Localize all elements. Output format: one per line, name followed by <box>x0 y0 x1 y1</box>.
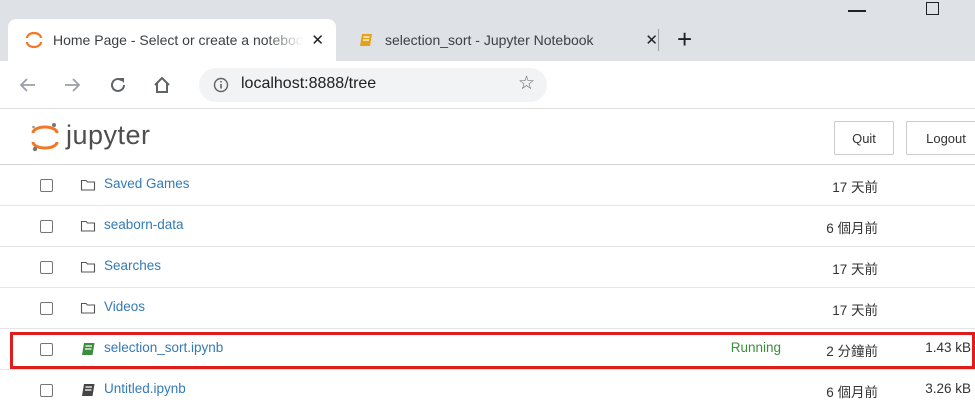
jupyter-logo-text: jupyter <box>66 119 151 150</box>
file-link[interactable]: Untitled.ipynb <box>104 381 186 396</box>
file-link[interactable]: seaborn-data <box>104 217 184 232</box>
tab-close-icon[interactable]: ✕ <box>311 31 324 49</box>
folder-icon <box>80 259 96 275</box>
folder-icon <box>80 218 96 234</box>
folder-icon <box>80 300 96 316</box>
jupyter-favicon-icon <box>23 29 45 51</box>
jupyter-header: jupyter Quit Logout <box>0 109 975 165</box>
list-item[interactable]: selection_sort.ipynb Running 2 分鐘前 1.43 … <box>0 329 975 370</box>
tab-close-icon[interactable]: ✕ <box>645 31 658 49</box>
modified-time: 17 天前 <box>832 303 878 318</box>
forward-arrow-icon[interactable] <box>58 71 86 99</box>
quit-button[interactable]: Quit <box>834 121 894 155</box>
select-checkbox[interactable] <box>40 384 53 397</box>
home-icon[interactable] <box>148 71 176 99</box>
file-link[interactable]: selection_sort.ipynb <box>104 340 223 355</box>
modified-time: 17 天前 <box>832 180 878 195</box>
browser-toolbar: localhost:8888/tree ☆ <box>0 61 975 109</box>
list-item[interactable]: Saved Games 17 天前 <box>0 165 975 206</box>
bookmark-star-icon[interactable]: ☆ <box>518 74 535 94</box>
notebook-favicon-icon <box>355 29 377 51</box>
list-item[interactable]: Videos 17 天前 <box>0 288 975 329</box>
tab-home-page[interactable]: Home Page - Select or create a notebook … <box>8 19 336 61</box>
list-item[interactable]: seaborn-data 6 個月前 <box>0 206 975 247</box>
file-size: 1.43 kB <box>925 340 971 355</box>
running-status: Running <box>730 340 781 355</box>
select-checkbox[interactable] <box>40 220 53 233</box>
list-item[interactable]: Searches 17 天前 <box>0 247 975 288</box>
file-link[interactable]: Videos <box>104 299 145 314</box>
back-arrow-icon[interactable] <box>14 71 42 99</box>
info-icon[interactable] <box>213 77 229 98</box>
reload-icon[interactable] <box>104 71 132 99</box>
browser-tab-strip: Home Page - Select or create a notebook … <box>0 0 975 61</box>
address-bar[interactable]: localhost:8888/tree ☆ <box>199 68 547 102</box>
file-link[interactable]: Saved Games <box>104 176 190 191</box>
file-size: 3.26 kB <box>925 381 971 396</box>
file-link[interactable]: Searches <box>104 258 161 273</box>
folder-icon <box>80 177 96 193</box>
modified-time: 17 天前 <box>832 262 878 277</box>
url-text[interactable]: localhost:8888/tree <box>241 75 376 93</box>
file-list: Saved Games 17 天前 seaborn-data 6 個月前 Sea… <box>0 165 975 410</box>
select-checkbox[interactable] <box>40 179 53 192</box>
select-checkbox[interactable] <box>40 343 53 356</box>
minimize-window-icon[interactable] <box>848 10 866 12</box>
tab-title: selection_sort - Jupyter Notebook <box>385 32 594 48</box>
notebook-icon <box>80 382 96 398</box>
running-notebook-icon <box>80 341 96 357</box>
tab-selection-sort[interactable]: selection_sort - Jupyter Notebook ✕ <box>340 19 670 61</box>
tab-separator <box>658 29 659 51</box>
logout-button[interactable]: Logout <box>906 121 975 155</box>
jupyter-logo-icon <box>31 123 59 152</box>
maximize-window-icon[interactable] <box>926 2 939 15</box>
new-tab-button[interactable]: + <box>677 24 692 54</box>
select-checkbox[interactable] <box>40 261 53 274</box>
select-checkbox[interactable] <box>40 302 53 315</box>
tab-title: Home Page - Select or create a notebook <box>53 32 303 48</box>
jupyter-logo[interactable]: jupyter <box>30 119 151 153</box>
modified-time: 6 個月前 <box>826 385 878 400</box>
list-item[interactable]: Untitled.ipynb 6 個月前 3.26 kB <box>0 370 975 410</box>
modified-time: 2 分鐘前 <box>826 344 878 359</box>
modified-time: 6 個月前 <box>826 221 878 236</box>
